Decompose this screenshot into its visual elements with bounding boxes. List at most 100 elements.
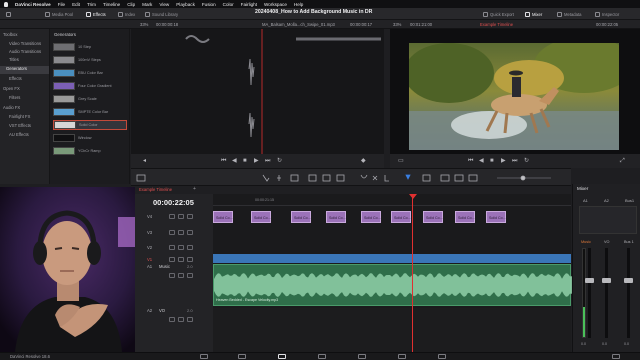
menu-workspace[interactable]: Workspace	[264, 2, 287, 7]
link-icon[interactable]	[178, 257, 184, 262]
menu-app-name[interactable]: DaVinci Resolve	[15, 2, 51, 7]
settings-icon[interactable]	[612, 354, 620, 359]
timeline-playhead[interactable]	[412, 194, 413, 352]
add-timeline-icon[interactable]: +	[193, 186, 196, 192]
tree-open-fx[interactable]: Open FX	[3, 86, 20, 91]
zoom-full-icon[interactable]	[440, 174, 450, 182]
tree-video-transitions[interactable]: Video Transitions	[9, 41, 41, 46]
solid-color-clip[interactable]: Solid Co...	[213, 211, 233, 223]
audio-track-name[interactable]: Music	[159, 264, 170, 269]
timeline-skip-forward-icon[interactable]: ⏭	[512, 158, 517, 164]
tree-vst-effects[interactable]: VST Effects	[9, 123, 31, 128]
menu-color[interactable]: Color	[223, 2, 234, 7]
generator-item[interactable]: Window	[53, 133, 127, 143]
solid-color-clip[interactable]: Solid Co...	[455, 211, 475, 223]
trim-tool-icon[interactable]	[277, 175, 281, 181]
source-stop-icon[interactable]: ■	[243, 158, 247, 164]
menu-timeline[interactable]: Timeline	[103, 2, 120, 7]
fusion-page-icon[interactable]	[318, 354, 326, 359]
menu-edit[interactable]: Edit	[72, 2, 80, 7]
media-page-icon[interactable]	[200, 354, 208, 359]
effects-button[interactable]: Effects	[86, 10, 106, 18]
insert-clip-icon[interactable]	[308, 174, 317, 182]
menu-fairlight[interactable]: Fairlight	[241, 2, 257, 7]
tree-effects[interactable]: Effects	[9, 76, 22, 81]
source-zoom[interactable]: 33%	[140, 22, 148, 27]
edit-page-icon[interactable]	[278, 354, 286, 359]
metadata-button[interactable]: Metadata	[557, 10, 581, 18]
link-icon[interactable]	[178, 214, 184, 219]
menu-help[interactable]: Help	[294, 2, 303, 7]
cut-page-icon[interactable]	[238, 354, 246, 359]
menu-mark[interactable]: Mark	[142, 2, 152, 7]
snapping-icon[interactable]	[360, 174, 368, 179]
menu-trim[interactable]: Trim	[87, 2, 96, 7]
eye-icon[interactable]	[187, 214, 193, 219]
solid-color-clip[interactable]: Solid Co...	[251, 211, 271, 223]
viewer-options-icon[interactable]: ▭	[398, 158, 404, 164]
sound-library-button[interactable]: Sound Library	[145, 10, 178, 18]
tree-audio-fx[interactable]: Audio FX	[3, 105, 20, 110]
timeline-loop-icon[interactable]: ↻	[524, 158, 529, 164]
solid-color-clip[interactable]: Solid Co...	[423, 211, 443, 223]
tree-filters[interactable]: Filters	[9, 95, 20, 100]
eye-icon[interactable]	[187, 230, 193, 235]
position-lock-icon[interactable]	[384, 175, 389, 182]
deliver-page-icon[interactable]	[438, 354, 446, 359]
source-tool-icon[interactable]: ◂	[143, 158, 146, 164]
quick-export-button[interactable]: Quick Export	[483, 10, 514, 18]
tree-titles[interactable]: Titles	[9, 57, 19, 62]
fairlight-page-icon[interactable]	[398, 354, 406, 359]
menu-playback[interactable]: Playback	[176, 2, 195, 7]
overwrite-clip-icon[interactable]	[322, 174, 331, 182]
v1-clip[interactable]	[213, 254, 571, 263]
replace-clip-icon[interactable]	[336, 174, 345, 182]
source-viewer[interactable]	[131, 29, 384, 154]
color-page-icon[interactable]	[358, 354, 366, 359]
flag-icon[interactable]	[405, 174, 411, 180]
tree-toolbox[interactable]: Toolbox	[3, 32, 17, 37]
zoom-custom-icon[interactable]	[468, 174, 478, 182]
lock-icon[interactable]	[169, 317, 175, 322]
solo-icon[interactable]	[178, 317, 184, 322]
link-icon[interactable]	[178, 245, 184, 250]
mute-icon[interactable]	[187, 273, 193, 278]
timeline-play-icon[interactable]: ▶	[501, 158, 506, 164]
menu-file[interactable]: File	[58, 2, 65, 7]
timeline-tracks-area[interactable]: 00:00:21:15 Solid Co... Solid Co... Solid …	[213, 194, 572, 352]
vo-fader-handle[interactable]	[602, 278, 611, 283]
mute-icon[interactable]	[187, 317, 193, 322]
link-icon[interactable]	[178, 230, 184, 235]
source-loop-icon[interactable]: ↻	[277, 158, 282, 164]
timeline-view-icon[interactable]	[136, 174, 146, 182]
marker-icon[interactable]	[422, 174, 431, 182]
eye-icon[interactable]	[187, 257, 193, 262]
source-rewind-icon[interactable]: ◀	[232, 158, 237, 164]
source-skip-back-icon[interactable]: ⏮	[221, 158, 226, 164]
source-skip-forward-icon[interactable]: ⏭	[265, 158, 270, 164]
bus-fader-handle[interactable]	[624, 278, 633, 283]
menu-fusion[interactable]: Fusion	[202, 2, 216, 7]
timeline-rewind-icon[interactable]: ◀	[479, 158, 484, 164]
menu-clip[interactable]: Clip	[127, 2, 135, 7]
tree-fairlight-fx[interactable]: Fairlight FX	[9, 114, 30, 119]
solid-color-clip[interactable]: Solid Co...	[486, 211, 506, 223]
generator-item[interactable]: EBU Color Bar	[53, 68, 127, 78]
lock-icon[interactable]	[169, 245, 175, 250]
vo-track-lane[interactable]	[213, 308, 571, 352]
zoom-slider-handle[interactable]	[520, 175, 526, 181]
record-zoom[interactable]: 33%	[393, 22, 401, 27]
timeline-ruler[interactable]	[213, 194, 571, 206]
timeline-skip-back-icon[interactable]: ⏮	[468, 158, 473, 164]
lock-icon[interactable]	[169, 257, 175, 262]
timeline-viewer[interactable]	[390, 29, 640, 154]
lock-icon[interactable]	[169, 230, 175, 235]
solid-color-clip[interactable]: Solid Co...	[361, 211, 381, 223]
toolbox-toggle-button[interactable]	[6, 10, 11, 18]
mixer-button[interactable]: Mixer	[525, 10, 542, 18]
generator-item[interactable]: Grey Scale	[53, 94, 127, 104]
tree-generators[interactable]: Generators	[0, 66, 49, 74]
solo-icon[interactable]	[178, 273, 184, 278]
music-audio-clip[interactable]: Heaven Bedded - Escape Velocity.mp3	[213, 264, 572, 306]
source-play-icon[interactable]: ▶	[254, 158, 259, 164]
